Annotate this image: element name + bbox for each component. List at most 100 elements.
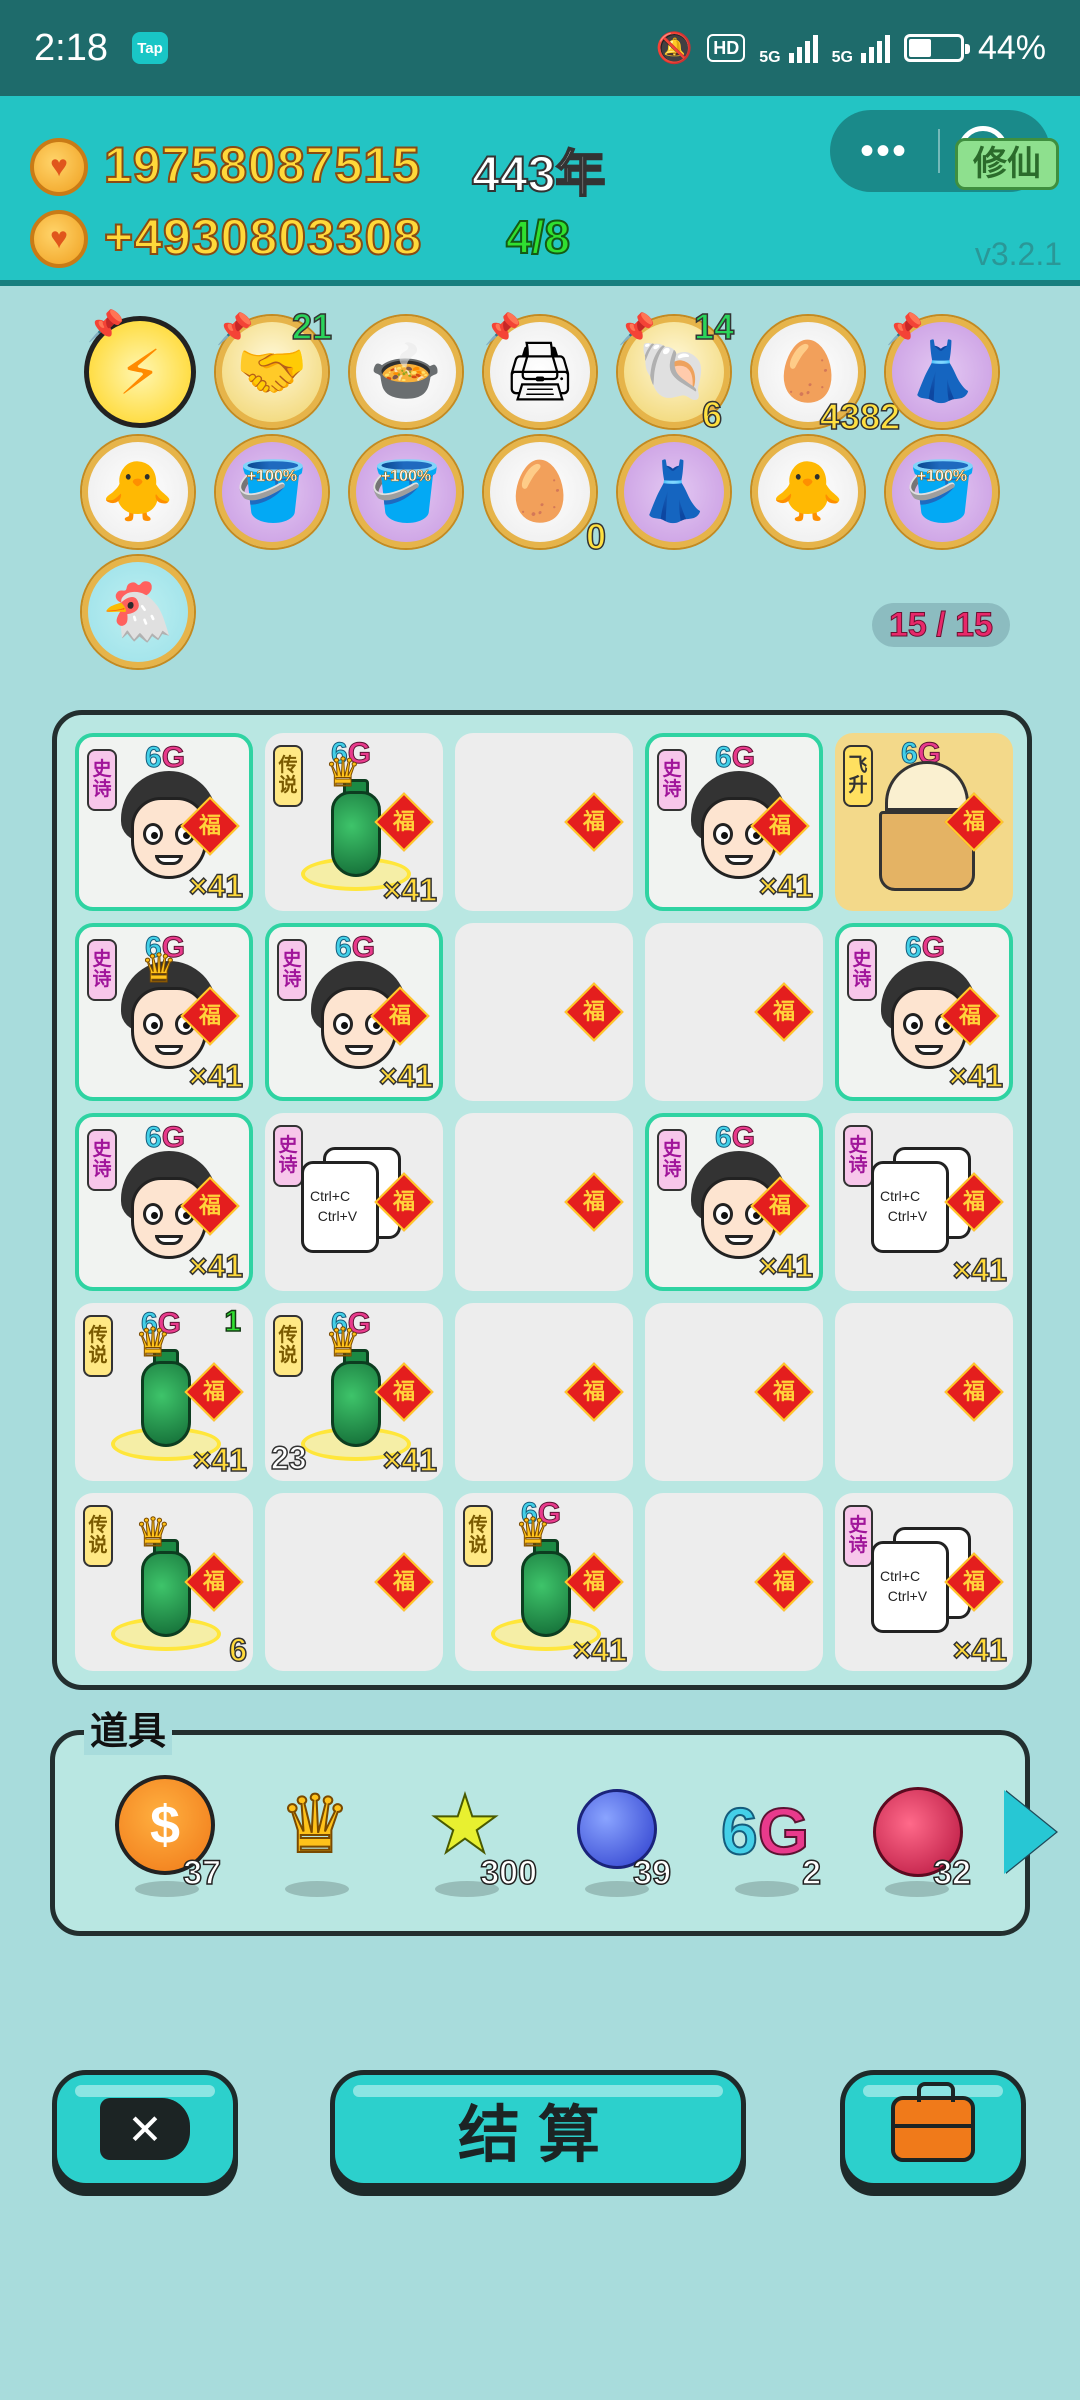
chick-item[interactable]: 🐥 bbox=[752, 436, 864, 548]
handshake-icon: 🤝 bbox=[235, 339, 309, 404]
heart-coin-icon: ♥ bbox=[30, 210, 88, 268]
grid-cell-empty[interactable]: 福 bbox=[455, 1303, 633, 1481]
close-icon: ✕ bbox=[100, 2098, 190, 2160]
grid-cell-empty[interactable]: 福 bbox=[455, 1113, 633, 1291]
grid-cell[interactable]: 传说 6G ♛ 福 23 ×41 bbox=[265, 1303, 443, 1481]
legend-tag: 传说 bbox=[83, 1315, 113, 1377]
grid-cell[interactable]: 史诗 6G 福 ×41 bbox=[645, 1113, 823, 1291]
grid-cell-empty[interactable]: 福 bbox=[645, 923, 823, 1101]
chick-item[interactable]: 🐥 bbox=[82, 436, 194, 548]
props-title: 道具 bbox=[84, 1700, 173, 1755]
item-count: 6 bbox=[701, 393, 723, 436]
crown-icon: ♛ bbox=[515, 1511, 552, 1555]
cell-count: 6 bbox=[228, 1631, 247, 1669]
grid-cell[interactable]: 史诗 6G 福 ×41 bbox=[75, 733, 253, 911]
bucket-item[interactable]: 🪣 +100% bbox=[886, 436, 998, 548]
handshake-item[interactable]: 📌 🤝 21 bbox=[216, 305, 333, 428]
cell-count: 23 bbox=[270, 1439, 307, 1477]
grid-cell[interactable]: 史诗 Ctrl+C Ctrl+V 福 ×41 bbox=[835, 1113, 1013, 1291]
bucket-item[interactable]: 🪣 +100% bbox=[350, 436, 462, 548]
bonus-label: +100% bbox=[380, 468, 432, 486]
pin-icon: 📌 bbox=[87, 310, 125, 343]
merge-grid: 史诗 6G 福 ×41 传说 6G ♛ 福 ×41 福 史诗 6G 福 ×41 … bbox=[52, 710, 1032, 1690]
grid-cell-empty[interactable]: 福 bbox=[265, 1493, 443, 1671]
mode-badge[interactable]: 修仙 bbox=[955, 138, 1059, 190]
grid-cell-empty[interactable]: 福 bbox=[455, 733, 633, 911]
grid-cell[interactable]: 史诗 Ctrl+C Ctrl+V 福 ×41 bbox=[835, 1493, 1013, 1671]
settle-label: 结算 bbox=[457, 2101, 618, 2170]
epic-tag: 史诗 bbox=[277, 939, 307, 1001]
shell-icon: 🐚 bbox=[637, 339, 711, 404]
pin-icon: 📌 bbox=[484, 313, 522, 346]
printer-item[interactable]: 📌 🖨 bbox=[484, 313, 596, 428]
bucket-item[interactable]: 🪣 +100% bbox=[216, 436, 328, 548]
egg-tray-item[interactable]: 🥚 0 bbox=[484, 436, 607, 558]
grid-cell-empty[interactable]: 福 bbox=[455, 923, 633, 1101]
grid-cell[interactable]: 史诗 6G 福 ×41 bbox=[645, 733, 823, 911]
version-label: v3.2.1 bbox=[974, 236, 1062, 272]
grid-cell[interactable]: 传说 6G ♛ 福 ×41 bbox=[455, 1493, 633, 1671]
grid-cell[interactable]: 传说 ♛ 福 6 bbox=[75, 1493, 253, 1671]
grid-cell[interactable]: 史诗 6G 福 ×41 bbox=[265, 923, 443, 1101]
prop-crown[interactable]: ♛ bbox=[255, 1775, 375, 1905]
grid-cell[interactable]: 传说 6G 1 ♛ 福 ×41 bbox=[75, 1303, 253, 1481]
pin-icon: 📌 bbox=[618, 313, 656, 346]
prop-6g[interactable]: 6G 2 bbox=[705, 1775, 825, 1905]
grid-cell-empty[interactable]: 福 bbox=[835, 1303, 1013, 1481]
grid-cell[interactable]: 史诗 Ctrl+C Ctrl+V 福 bbox=[265, 1113, 443, 1291]
crown-icon: ♛ bbox=[135, 1321, 172, 1365]
rice-cooker-item[interactable]: 🍲 bbox=[350, 316, 462, 428]
legend-tag: 传说 bbox=[273, 745, 303, 807]
multiplier-label: ×41 bbox=[188, 1247, 244, 1285]
battery-icon bbox=[903, 34, 970, 62]
heart-coin-icon: ♥ bbox=[30, 138, 88, 196]
more-icon[interactable]: ••• bbox=[830, 131, 938, 171]
battery-percent: 44% bbox=[977, 28, 1046, 67]
fu-icon: 福 bbox=[754, 1362, 814, 1422]
prop-star[interactable]: ★ 300 bbox=[405, 1775, 538, 1905]
grid-cell-empty[interactable]: 福 bbox=[645, 1493, 823, 1671]
prop-count: 32 bbox=[932, 1853, 971, 1893]
fu-icon: 福 bbox=[564, 1362, 624, 1422]
prop-dollar-coin[interactable]: $ 37 bbox=[105, 1775, 225, 1905]
grid-cell[interactable]: 史诗 6G 福 ×41 bbox=[835, 923, 1013, 1101]
skirt-icon: 👗 bbox=[637, 459, 711, 524]
multiplier-label: ×41 bbox=[192, 1441, 248, 1479]
grid-cell-empty[interactable]: 福 bbox=[645, 1303, 823, 1481]
tap-app-icon: Tap bbox=[131, 32, 168, 64]
next-arrow-icon[interactable] bbox=[1004, 1790, 1056, 1874]
delete-button[interactable]: ✕ bbox=[52, 2070, 238, 2188]
network-5g-label: 5G bbox=[759, 48, 781, 66]
lightning-item[interactable]: 📌 ⚡ bbox=[84, 310, 196, 428]
6g-label: 6G bbox=[715, 1121, 756, 1155]
chicken-syringe-item[interactable]: 🐔 bbox=[82, 556, 194, 668]
prop-count: 2 bbox=[801, 1853, 821, 1893]
grid-cell[interactable]: 飞升 6G 福 bbox=[835, 733, 1013, 911]
grid-cell[interactable]: 史诗 6G 福 ×41 bbox=[75, 1113, 253, 1291]
shell-item[interactable]: 📌 🐚 14 6 bbox=[618, 305, 735, 436]
prop-blueberry[interactable]: 39 bbox=[555, 1775, 675, 1905]
item-count: 4382 bbox=[819, 395, 901, 438]
epic-tag: 史诗 bbox=[843, 1125, 873, 1187]
mute-bell-icon: 🔕 bbox=[655, 31, 694, 65]
props-panel: $ 37 ♛ ★ 300 39 6G 2 32 bbox=[50, 1730, 1030, 1936]
skirt-item[interactable]: 📌 👗 bbox=[886, 313, 998, 428]
skirt-item[interactable]: 👗 bbox=[618, 436, 730, 548]
grid-cell[interactable]: 史诗 6G ♛ 福 ×41 bbox=[75, 923, 253, 1101]
prop-lychee[interactable]: 32 bbox=[855, 1775, 975, 1905]
money-income: +4930803308 bbox=[103, 208, 423, 266]
status-bar: 2:18 Tap 🔕 HD 5G 5G 44% bbox=[0, 0, 1080, 96]
legend-tag: 传说 bbox=[83, 1505, 113, 1567]
backpack-button[interactable] bbox=[840, 2070, 1026, 2188]
crown-icon: ♛ bbox=[141, 947, 178, 991]
signal-icon bbox=[788, 33, 818, 63]
egg-tray-item[interactable]: 🥚 4382 bbox=[752, 316, 901, 438]
epic-tag: 史诗 bbox=[657, 1129, 687, 1191]
prop-count: 39 bbox=[632, 1853, 671, 1893]
settle-button[interactable]: 结算 bbox=[330, 2070, 746, 2188]
6g-label: 6G bbox=[145, 1121, 186, 1155]
grid-cell[interactable]: 传说 6G ♛ 福 ×41 bbox=[265, 733, 443, 911]
epic-tag: 史诗 bbox=[657, 749, 687, 811]
multiplier-label: ×41 bbox=[382, 1441, 438, 1479]
crown-icon: ♛ bbox=[325, 751, 362, 795]
